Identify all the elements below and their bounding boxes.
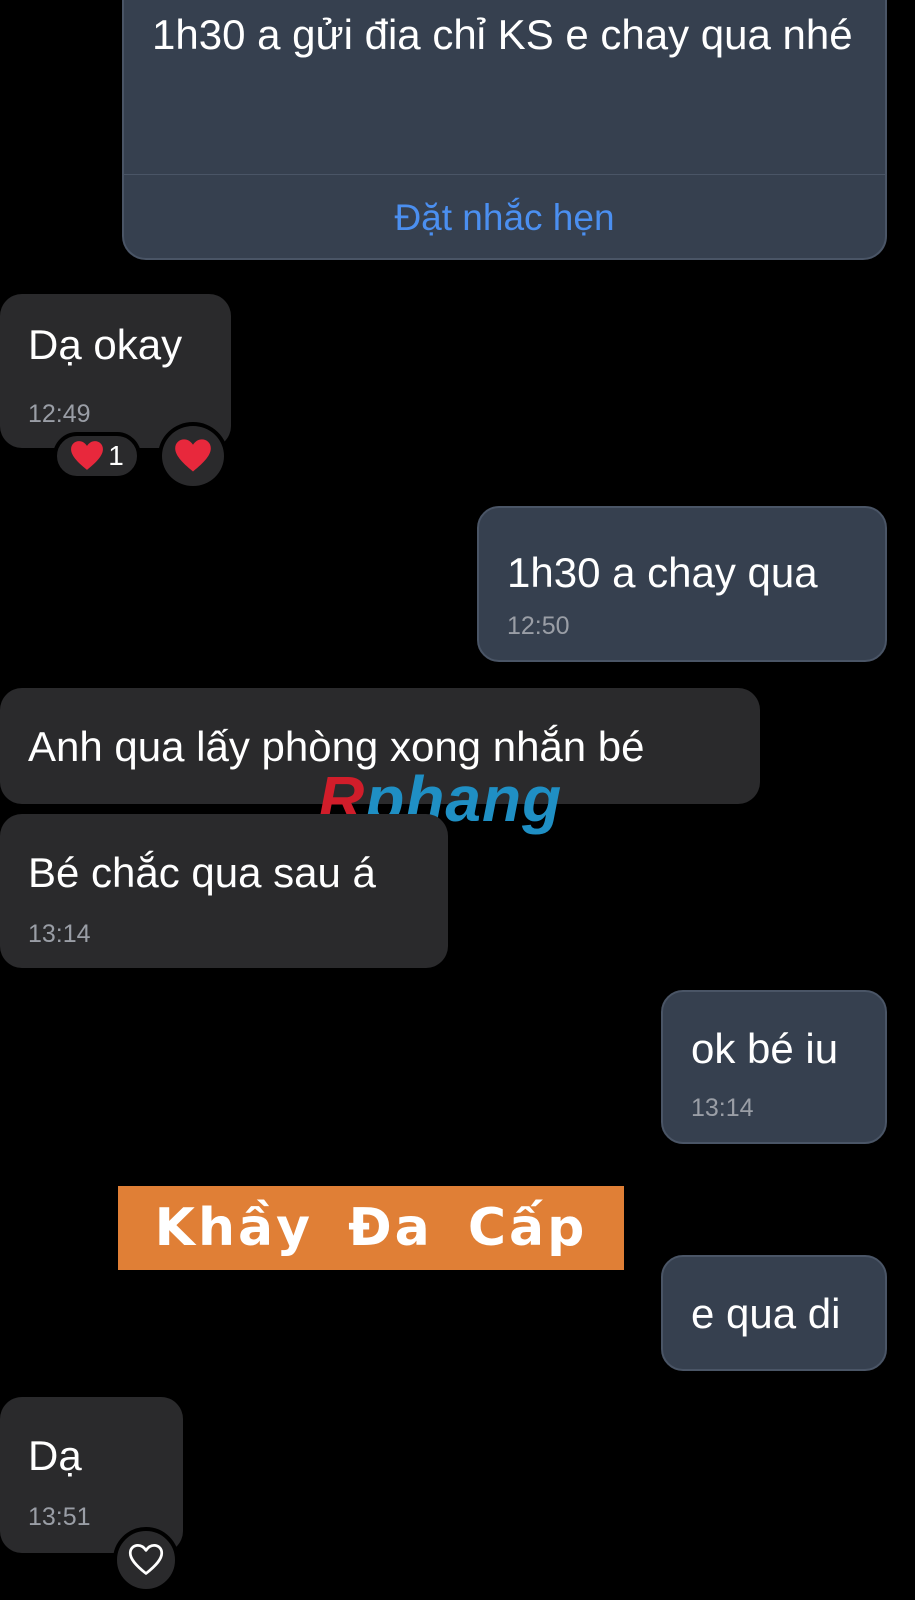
message-bubble-sent[interactable]: ok bé iu 13:14 <box>661 990 887 1144</box>
set-reminder-button[interactable]: Đặt nhắc hẹn <box>124 174 885 262</box>
message-time: 13:14 <box>28 920 91 948</box>
message-time: 12:49 <box>28 400 91 428</box>
message-text: e qua di <box>691 1290 841 1337</box>
message-bubble-received[interactable]: Bé chắc qua sau á 13:14 <box>0 814 448 968</box>
message-text: Dạ <box>28 1432 82 1479</box>
reaction-count: 1 <box>108 440 124 471</box>
heart-icon <box>175 439 211 472</box>
react-heart-button[interactable] <box>158 422 228 490</box>
message-time: 13:14 <box>691 1094 754 1122</box>
message-time: 13:51 <box>28 1503 91 1531</box>
message-bubble-sent[interactable]: e qua di <box>661 1255 887 1371</box>
message-time: 12:50 <box>507 612 570 640</box>
react-button[interactable] <box>113 1527 179 1593</box>
message-text: 1h30 a chay qua <box>507 549 818 596</box>
message-text: ok bé iu <box>691 1025 839 1072</box>
message-bubble-sent[interactable]: 1h30 a gửi đia chỉ KS e chay qua nhé Đặt… <box>122 0 887 260</box>
message-bubble-sent[interactable]: 1h30 a chay qua 12:50 <box>477 506 887 662</box>
message-text: 1h30 a gửi đia chỉ KS e chay qua nhé <box>152 11 853 58</box>
heart-icon <box>71 441 104 470</box>
message-text: Dạ okay <box>28 321 183 368</box>
heart-outline-icon <box>128 1544 164 1575</box>
reaction-badge[interactable]: 1 <box>53 432 141 480</box>
message-text: Bé chắc qua sau á <box>28 849 376 896</box>
caption-banner: Khầy Đa Cấp <box>118 1186 624 1270</box>
